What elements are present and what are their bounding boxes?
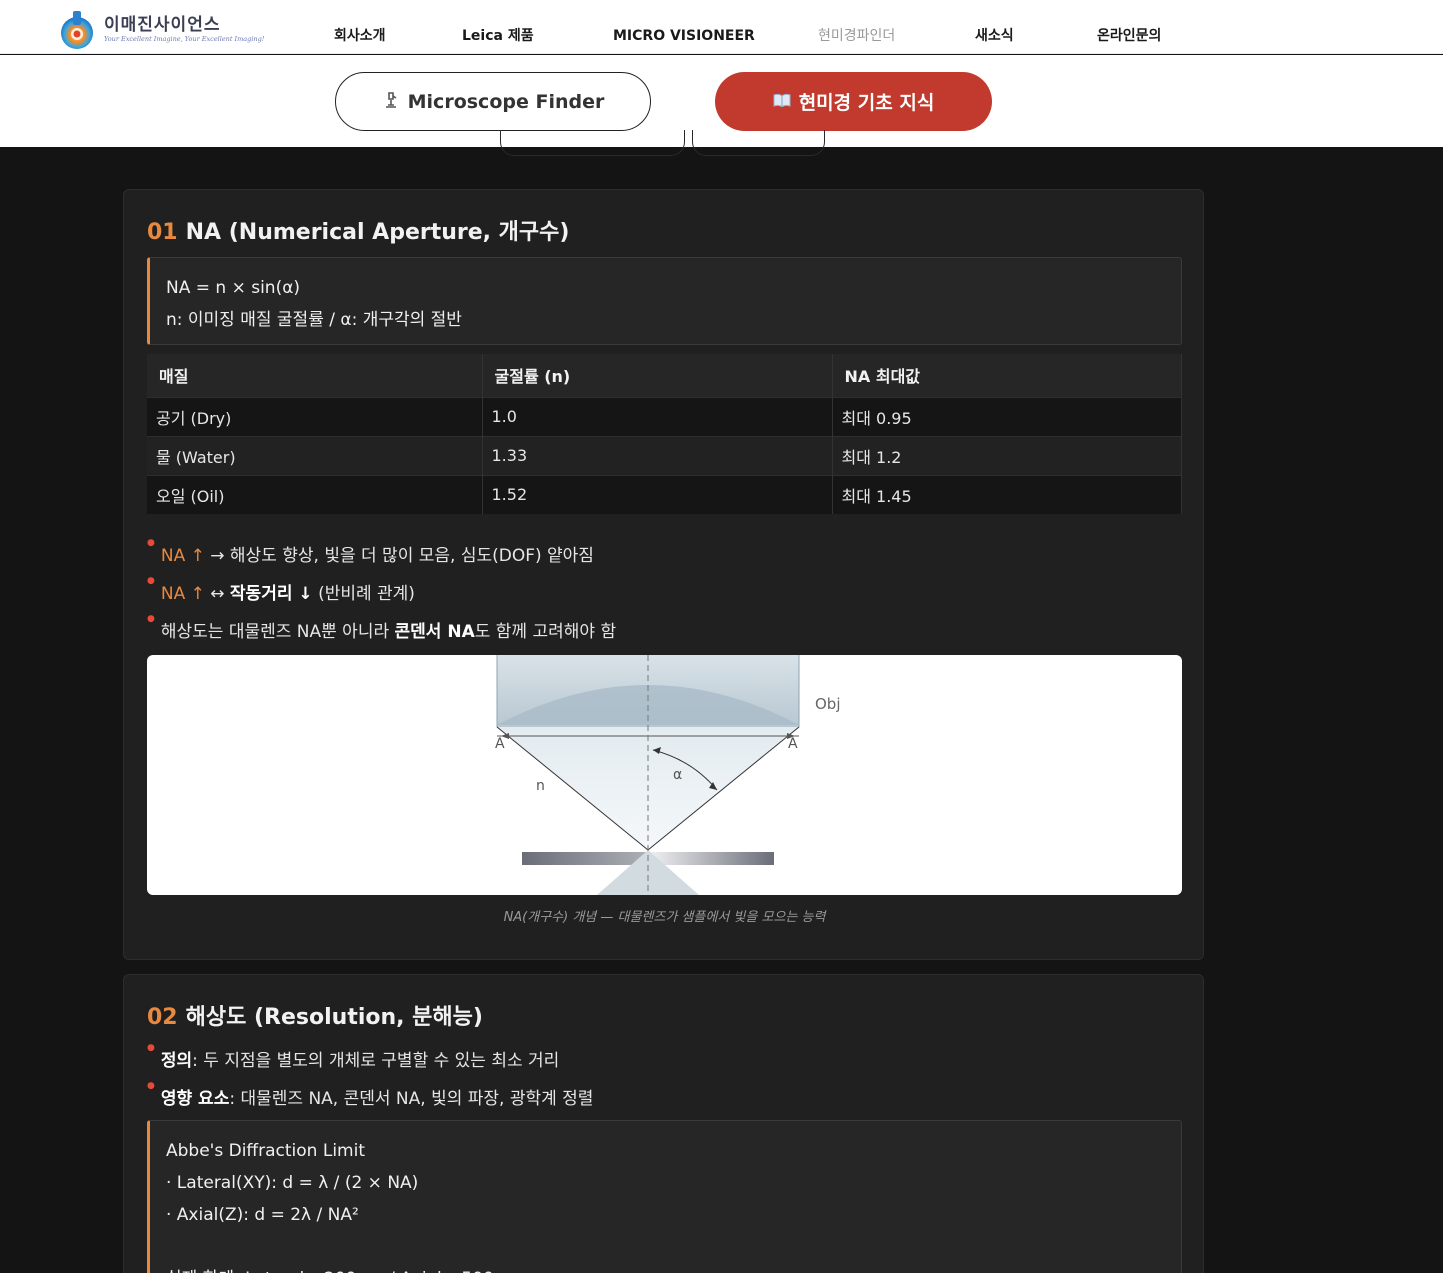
table-cell: 공기 (Dry) xyxy=(147,396,483,436)
na-concept-diagram: Obj A A n α xyxy=(147,655,1182,895)
nav-micro-visioneer[interactable]: MICRO VISIONEER xyxy=(613,0,755,54)
nav-leica-products[interactable]: Leica 제품 xyxy=(462,0,534,54)
bullet-text: ↔ xyxy=(210,584,225,604)
company-logo[interactable]: 이매진사이언스 Your Excellent Imagine, Your Exc… xyxy=(56,6,270,52)
column-header: NA 최대값 xyxy=(832,354,1182,397)
formula-lateral: · Lateral(XY): d = λ / (2 × NA) xyxy=(166,1173,419,1193)
nav-company-intro[interactable]: 회사소개 xyxy=(334,0,386,54)
hidden-tab-right xyxy=(692,130,825,156)
column-header: 굴절률 (n) xyxy=(482,354,833,397)
logo-tagline: Your Excellent Imagine, Your Excellent I… xyxy=(104,34,265,43)
logo-name: 이매진사이언스 xyxy=(104,14,221,35)
nav-online-inquiry[interactable]: 온라인문의 xyxy=(1097,0,1161,54)
table-cell: 1.33 xyxy=(482,435,833,475)
book-icon xyxy=(773,92,791,111)
bullet-dot-icon: ● xyxy=(147,614,155,624)
bullet-text: : 대물렌즈 NA, 콘덴서 NA, 빛의 파장, 광학계 정렬 xyxy=(229,1089,594,1109)
bullet-condenser-na: ● 해상도는 대물렌즈 NA뿐 아니라 콘덴서 NA도 함께 고려해야 함 xyxy=(147,614,617,642)
bullet-dot-icon: ● xyxy=(147,538,155,548)
table-cell: 1.0 xyxy=(482,396,833,436)
microscope-finder-label: Microscope Finder xyxy=(407,90,605,113)
hidden-tab-left xyxy=(500,130,685,156)
table-cell: 1.52 xyxy=(482,474,833,514)
bullet-text: 도 함께 고려해야 함 xyxy=(474,622,617,642)
section-title-text: NA (Numerical Aperture, 개구수) xyxy=(185,220,570,245)
section-na-title: 01 NA (Numerical Aperture, 개구수) xyxy=(147,214,569,246)
microscope-basics-label: 현미경 기초 지식 xyxy=(798,92,935,114)
bullet-strong-text: 작동거리 ↓ xyxy=(229,584,313,604)
na-medium-table: 매질 굴절률 (n) NA 최대값 공기 (Dry) 1.0 최대 0.95 물… xyxy=(147,354,1182,514)
microscope-basics-button[interactable]: 현미경 기초 지식 xyxy=(715,72,992,131)
bullet-dot-icon: ● xyxy=(147,1043,155,1053)
slide-right xyxy=(648,852,774,865)
column-header: 매질 xyxy=(147,354,483,397)
table-cell: 최대 0.95 xyxy=(832,396,1182,436)
table-cell: 물 (Water) xyxy=(147,435,483,475)
na-diagram-svg: Obj A A n α xyxy=(495,655,841,895)
section-resolution-card: 02 해상도 (Resolution, 분해능) ● 정의: 두 지점을 별도의 개… xyxy=(123,974,1204,1273)
flask-logo-icon xyxy=(56,8,98,50)
bullet-dot-icon: ● xyxy=(147,1081,155,1091)
objective-label: Obj xyxy=(815,695,841,713)
nav-microscope-finder[interactable]: 현미경파인더 xyxy=(818,0,895,54)
section-title-text: 해상도 (Resolution, 분해능) xyxy=(185,1005,483,1030)
bullet-text: 해상도는 대물렌즈 NA뿐 아니라 xyxy=(160,622,390,642)
table-row: 공기 (Dry) 1.0 최대 0.95 xyxy=(147,396,1182,436)
bullet-factors: ● 영향 요소: 대물렌즈 NA, 콘덴서 NA, 빛의 파장, 광학계 정렬 xyxy=(147,1081,594,1109)
bullet-na-resolution: ● NA ↑ → 해상도 향상, 빛을 더 많이 모음, 심도(DOF) 얕아짐 xyxy=(147,538,594,566)
na-up-text: NA ↑ xyxy=(160,546,205,566)
formula-line: NA = n × sin(α) xyxy=(166,278,301,298)
abbe-formula-box: Abbe's Diffraction Limit · Lateral(XY): … xyxy=(147,1120,1182,1273)
table-cell: 최대 1.45 xyxy=(832,474,1182,514)
section-resolution-title: 02 해상도 (Resolution, 분해능) xyxy=(147,999,483,1031)
microscope-finder-button[interactable]: Microscope Finder xyxy=(335,72,651,131)
bullet-definition: ● 정의: 두 지점을 별도의 개체로 구별할 수 있는 최소 거리 xyxy=(147,1043,560,1071)
bullet-strong-text: 정의 xyxy=(160,1051,193,1071)
section-na-card: 01 NA (Numerical Aperture, 개구수) NA = n × … xyxy=(123,189,1204,960)
table-row: 물 (Water) 1.33 최대 1.2 xyxy=(147,435,1182,475)
nav-news[interactable]: 새소식 xyxy=(975,0,1014,54)
bullet-na-working-distance: ● NA ↑ ↔ 작동거리 ↓ (반비례 관계) xyxy=(147,576,415,604)
alpha-label: α xyxy=(673,767,682,783)
table-row: 오일 (Oil) 1.52 최대 1.45 xyxy=(147,474,1182,514)
table-header-row: 매질 굴절률 (n) NA 최대값 xyxy=(147,354,1182,397)
microscope-icon xyxy=(382,91,400,113)
aperture-label-right: A xyxy=(788,736,798,752)
na-formula-box: NA = n × sin(α) n: 이미징 매질 굴절률 / α: 개구각의 … xyxy=(147,257,1182,345)
bullet-dot-icon: ● xyxy=(147,576,155,586)
top-navigation-bar: 이매진사이언스 Your Excellent Imagine, Your Exc… xyxy=(0,0,1443,54)
formula-axial: · Axial(Z): d = 2λ / NA² xyxy=(166,1205,359,1225)
bullet-strong-text: 영향 요소 xyxy=(160,1089,230,1109)
na-up-text: NA ↑ xyxy=(160,584,205,604)
section-number: 01 xyxy=(147,220,178,245)
formula-title: Abbe's Diffraction Limit xyxy=(166,1141,365,1161)
table-cell: 최대 1.2 xyxy=(832,435,1182,475)
section-number: 02 xyxy=(147,1005,178,1030)
refractive-index-label: n xyxy=(536,778,545,794)
formula-description: n: 이미징 매질 굴절률 / α: 개구각의 절반 xyxy=(166,310,462,330)
bullet-text: : 두 지점을 별도의 개체로 구별할 수 있는 최소 거리 xyxy=(192,1051,560,1071)
bullet-text: (반비례 관계) xyxy=(318,584,415,604)
diagram-caption: NA(개구수) 개념 — 대물렌즈가 샘플에서 빛을 모으는 능력 xyxy=(503,910,826,925)
bullet-text: → 해상도 향상, 빛을 더 많이 모음, 심도(DOF) 얕아짐 xyxy=(210,546,594,566)
bullet-strong-text: 콘덴서 NA xyxy=(394,622,475,642)
formula-practical-limit: 실제 한계: Lateral ~200nm / Axial ~500nm xyxy=(166,1263,1165,1273)
table-cell: 오일 (Oil) xyxy=(147,474,483,514)
aperture-label-left: A xyxy=(495,736,505,752)
